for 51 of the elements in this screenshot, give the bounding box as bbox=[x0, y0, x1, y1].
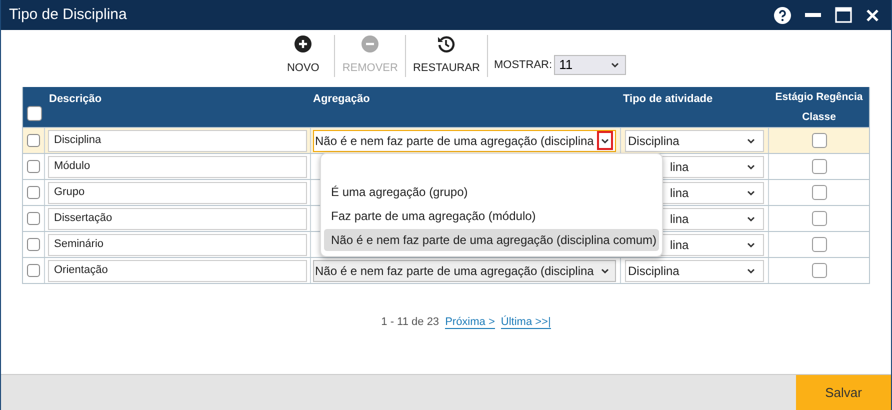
description-field[interactable]: Seminário bbox=[48, 234, 307, 256]
checkbox[interactable] bbox=[812, 211, 826, 226]
checkbox[interactable] bbox=[27, 264, 40, 277]
description-field[interactable]: Módulo bbox=[48, 156, 307, 178]
checkbox[interactable] bbox=[812, 263, 826, 278]
history-icon bbox=[437, 35, 456, 54]
activity-text: lina bbox=[670, 236, 689, 254]
checkbox[interactable] bbox=[812, 185, 826, 200]
checkbox[interactable] bbox=[27, 212, 40, 225]
table-row[interactable]: Disciplina Não é e nem faz parte de uma agregação (disciplina Disciplina bbox=[23, 127, 869, 153]
column-header: Agregação bbox=[313, 93, 370, 105]
show-label: MOSTRAR: bbox=[494, 58, 552, 73]
checkbox[interactable] bbox=[27, 238, 40, 251]
toolbar-button[interactable]: RESTAURAR bbox=[408, 35, 484, 77]
column-header: Estágio Regência Classe bbox=[775, 91, 863, 123]
table-row[interactable]: Orientação Não é e nem faz parte de uma agregação (disciplina Disciplina bbox=[23, 257, 869, 283]
dropdown-option[interactable]: Não é e nem faz parte de uma agregação (disciplina comum) bbox=[324, 229, 659, 251]
close-icon[interactable] bbox=[866, 8, 879, 22]
description-field[interactable]: Disciplina bbox=[48, 130, 307, 152]
description-field[interactable]: Grupo bbox=[48, 182, 307, 204]
activity-select[interactable]: Disciplina bbox=[625, 130, 764, 152]
checkbox[interactable] bbox=[27, 160, 40, 173]
toolbar-button[interactable]: NOVO bbox=[274, 35, 332, 77]
aggregation-select[interactable]: Não é e nem faz parte de uma agregação (disciplina bbox=[313, 260, 616, 282]
plus-circle-icon bbox=[294, 35, 312, 54]
activity-text: lina bbox=[670, 210, 689, 228]
page-range: 1 - 11 de 23 bbox=[381, 315, 440, 330]
description-field[interactable]: Dissertação bbox=[48, 208, 307, 230]
checkbox[interactable] bbox=[812, 237, 826, 252]
page-size-select[interactable]: 11 bbox=[554, 55, 626, 75]
column-header: Descrição bbox=[49, 93, 102, 105]
checkbox[interactable] bbox=[27, 106, 42, 121]
pagination-link[interactable]: Próxima > bbox=[445, 314, 495, 329]
column-header: Tipo de atividade bbox=[623, 93, 713, 105]
window-title: Tipo de Disciplina bbox=[9, 4, 128, 25]
minus-circle-icon bbox=[361, 35, 380, 54]
save-button[interactable]: Salvar bbox=[796, 375, 891, 410]
checkbox[interactable] bbox=[812, 159, 826, 174]
maximize-icon[interactable] bbox=[835, 7, 852, 23]
activity-text: Disciplina bbox=[628, 262, 680, 280]
activity-text: Disciplina bbox=[628, 132, 680, 150]
help-icon[interactable] bbox=[774, 6, 791, 24]
description-field[interactable]: Orientação bbox=[48, 260, 307, 282]
pagination-link[interactable]: Última >>| bbox=[500, 314, 551, 329]
activity-select[interactable]: Disciplina bbox=[625, 260, 764, 282]
checkbox[interactable] bbox=[27, 186, 40, 199]
checkbox[interactable] bbox=[812, 133, 826, 148]
activity-text: lina bbox=[670, 184, 689, 202]
activity-text: lina bbox=[670, 158, 689, 176]
checkbox[interactable] bbox=[27, 134, 40, 147]
aggregation-select[interactable]: Não é e nem faz parte de uma agregação (disciplina bbox=[313, 130, 616, 152]
